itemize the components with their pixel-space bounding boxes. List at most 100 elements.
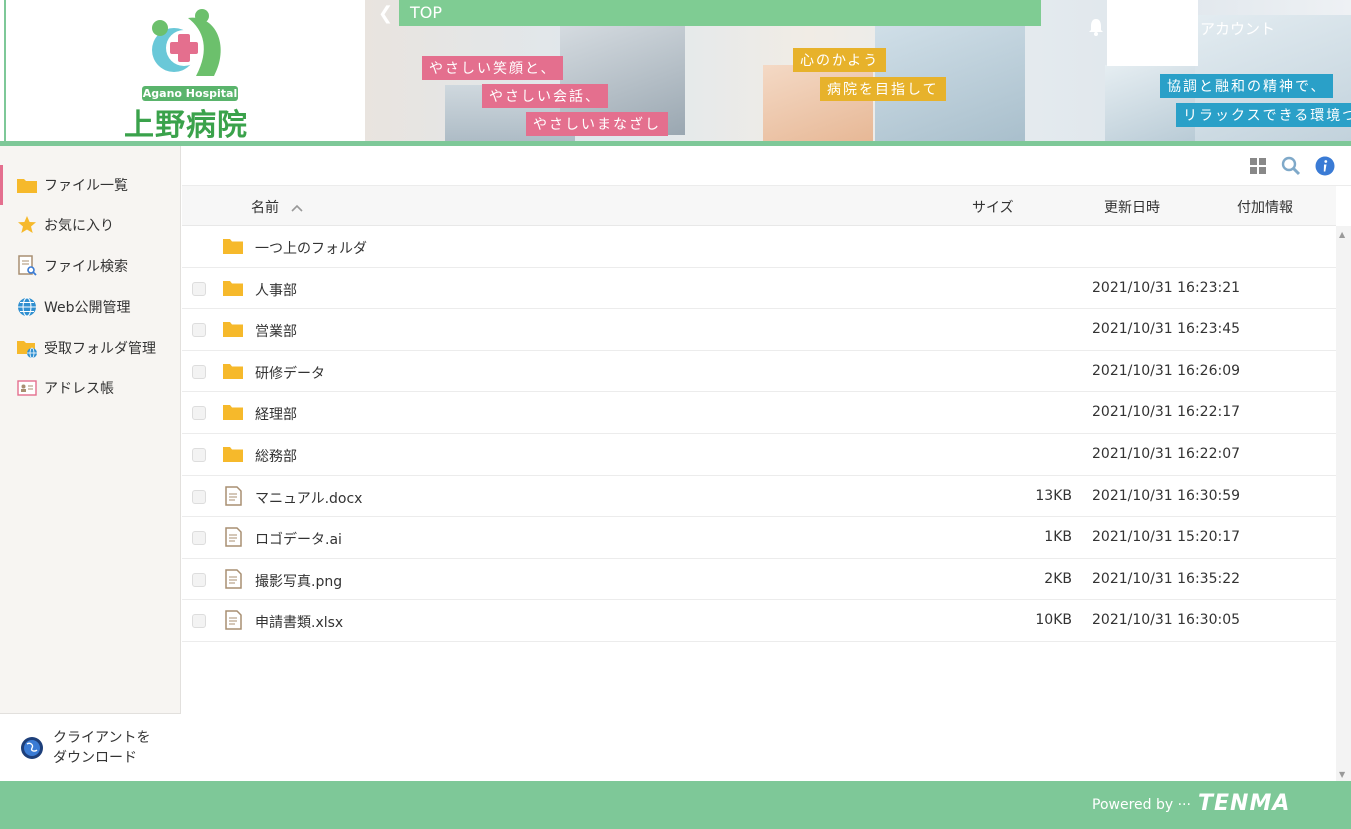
column-header-name[interactable]: 名前 <box>251 197 304 217</box>
account-area[interactable] <box>1107 0 1198 66</box>
file-updated: 2021/10/31 16:30:59 <box>1092 487 1241 504</box>
row-checkbox[interactable] <box>192 364 206 379</box>
row-checkbox[interactable] <box>192 281 206 296</box>
file-size: 1KB <box>1044 529 1072 546</box>
address-book-icon <box>16 377 38 399</box>
sidebar-item-file-list[interactable]: ファイル一覧 <box>0 165 181 205</box>
hospital-logo-mark-icon <box>152 9 221 76</box>
file-name: 人事部 <box>255 282 297 299</box>
logo-english-name: Agano Hospital <box>142 86 238 101</box>
top-nav-tab[interactable]: TOP <box>399 0 1041 26</box>
bell-icon[interactable] <box>1088 18 1104 36</box>
sidebar-item-receive-folder[interactable]: 受取フォルダ管理 <box>0 328 181 368</box>
banner-caption: 協調と融和の精神で、 <box>1160 74 1334 98</box>
table-row[interactable]: 申請書類.xlsx 10KB 2021/10/31 16:30:05 <box>182 600 1336 642</box>
vertical-scrollbar[interactable]: ▲ ▼ <box>1336 226 1351 781</box>
file-name: ロゴデータ.ai <box>255 532 342 549</box>
table-row[interactable]: ロゴデータ.ai 1KB 2021/10/31 15:20:17 <box>182 517 1336 559</box>
column-header-name-label: 名前 <box>251 200 279 216</box>
row-checkbox[interactable] <box>192 447 206 462</box>
search-icon[interactable] <box>1281 156 1301 176</box>
sidebar-item-favorites[interactable]: お気に入り <box>0 205 181 245</box>
file-updated: 2021/10/31 16:22:17 <box>1092 404 1241 421</box>
column-header-extra[interactable]: 付加情報 <box>1237 197 1293 217</box>
file-updated: 2021/10/31 16:23:45 <box>1092 321 1241 338</box>
sidebar-item-file-search[interactable]: ファイル検索 <box>0 246 181 286</box>
scroll-up-icon[interactable]: ▲ <box>1339 230 1345 239</box>
row-checkbox[interactable] <box>192 572 206 587</box>
download-label-line2: ダウンロード <box>53 749 137 766</box>
app-header: Agano Hospital 上野病院 やさしい笑顔と、 やさしい会話、 やさし… <box>0 0 1351 146</box>
file-updated: 2021/10/31 16:22:07 <box>1092 445 1241 462</box>
folder-icon <box>223 363 243 379</box>
sidebar-item-label: ファイル一覧 <box>44 178 128 194</box>
file-size: 2KB <box>1044 570 1072 587</box>
banner-caption: 病院を目指して <box>820 77 946 101</box>
sidebar: ファイル一覧 お気に入り ファイル検索 Web公開管理 受取フォルダ管理 アドレ… <box>0 146 181 781</box>
download-label-line1: クライアントを <box>53 729 151 746</box>
globe-icon <box>16 296 38 318</box>
file-name: 総務部 <box>255 448 297 465</box>
column-header-updated[interactable]: 更新日時 <box>1104 197 1160 217</box>
folder-icon <box>223 280 243 296</box>
file-name: マニュアル.docx <box>255 490 363 507</box>
folder-icon <box>223 239 243 254</box>
banner-caption: やさしい会話、 <box>482 84 608 108</box>
grid-view-icon[interactable] <box>1248 156 1268 176</box>
row-checkbox[interactable] <box>192 406 206 421</box>
file-name: 一つ上のフォルダ <box>255 241 367 257</box>
file-updated: 2021/10/31 16:35:22 <box>1092 570 1241 587</box>
row-checkbox[interactable] <box>192 489 206 504</box>
table-row[interactable]: 研修データ 2021/10/31 16:26:09 <box>182 351 1336 393</box>
file-list-panel: 名前 サイズ 更新日時 付加情報 一つ上のフォルダ 人事部 2021/10/31… <box>182 146 1351 781</box>
sidebar-item-label: お気に入り <box>44 218 114 234</box>
tenma-logo: TENMA <box>1198 791 1291 816</box>
sidebar-item-web-publish[interactable]: Web公開管理 <box>0 287 181 327</box>
table-row[interactable]: 撮影写真.png 2KB 2021/10/31 16:35:22 <box>182 559 1336 601</box>
toolbar <box>182 146 1351 186</box>
file-name: 研修データ <box>255 365 325 382</box>
account-label[interactable]: アカウント <box>1200 18 1275 39</box>
info-icon[interactable] <box>1315 156 1335 176</box>
sidebar-item-label: ファイル検索 <box>44 259 128 275</box>
document-icon <box>225 569 242 589</box>
file-updated: 2021/10/31 16:26:09 <box>1092 362 1241 379</box>
back-arrow-icon[interactable]: ❮ <box>378 3 393 24</box>
scroll-down-icon[interactable]: ▼ <box>1339 770 1345 779</box>
row-checkbox[interactable] <box>192 323 206 338</box>
sort-ascending-icon <box>291 204 304 212</box>
table-row[interactable]: 経理部 2021/10/31 16:22:17 <box>182 392 1336 434</box>
column-header-size[interactable]: サイズ <box>972 197 1014 217</box>
download-client-button[interactable]: クライアントを ダウンロード <box>0 713 181 781</box>
parent-folder-row[interactable]: 一つ上のフォルダ <box>182 226 1336 268</box>
file-updated: 2021/10/31 15:20:17 <box>1092 529 1241 546</box>
sidebar-item-label: アドレス帳 <box>44 381 114 397</box>
sidebar-item-label: 受取フォルダ管理 <box>44 341 156 357</box>
document-icon <box>225 610 242 631</box>
banner-caption: 心のかよう <box>793 48 887 72</box>
file-name: 営業部 <box>255 324 297 341</box>
sidebar-item-address-book[interactable]: アドレス帳 <box>0 368 181 408</box>
file-name: 申請書類.xlsx <box>255 615 344 632</box>
table-header: 名前 サイズ 更新日時 付加情報 <box>182 186 1336 226</box>
row-checkbox[interactable] <box>192 531 206 546</box>
footer: Powered by ··· TENMA <box>0 781 1351 829</box>
file-size: 10KB <box>1035 612 1072 629</box>
folder-icon <box>223 446 243 462</box>
table-row[interactable]: マニュアル.docx 13KB 2021/10/31 16:30:59 <box>182 476 1336 518</box>
hospital-logo[interactable]: Agano Hospital 上野病院 <box>4 0 365 143</box>
banner-caption: やさしいまなざし <box>526 112 668 136</box>
table-row[interactable]: 人事部 2021/10/31 16:23:21 <box>182 268 1336 310</box>
folder-icon <box>223 322 243 338</box>
folder-icon <box>223 405 243 421</box>
banner-caption: やさしい笑顔と、 <box>422 56 564 80</box>
download-globe-icon <box>21 736 43 759</box>
table-row[interactable]: 総務部 2021/10/31 16:22:07 <box>182 434 1336 476</box>
table-row[interactable]: 営業部 2021/10/31 16:23:45 <box>182 309 1336 351</box>
file-updated: 2021/10/31 16:23:21 <box>1092 279 1241 296</box>
file-name: 経理部 <box>255 407 297 424</box>
row-checkbox[interactable] <box>192 614 206 629</box>
star-icon <box>16 214 38 236</box>
document-icon <box>225 527 242 547</box>
file-name: 撮影写真.png <box>255 573 343 590</box>
